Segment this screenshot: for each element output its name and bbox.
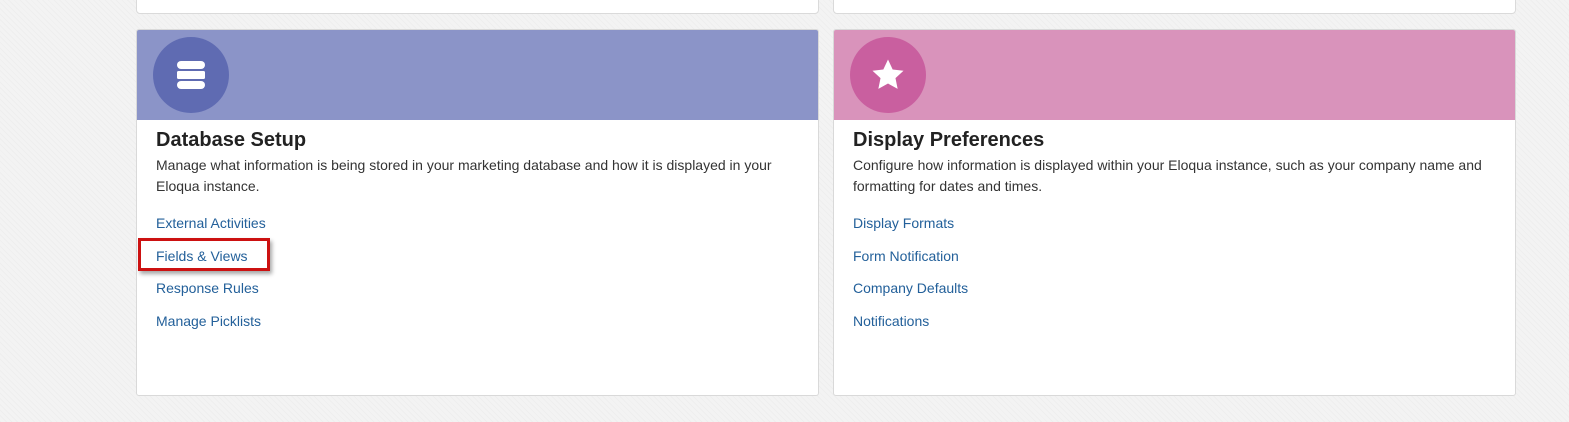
manage-picklists-link[interactable]: Manage Picklists xyxy=(156,313,261,329)
previous-card-left xyxy=(136,0,819,14)
previous-card-right xyxy=(833,0,1516,14)
database-setup-card-body: Database Setup Manage what information i… xyxy=(137,120,818,345)
company-defaults-link[interactable]: Company Defaults xyxy=(853,280,968,296)
external-activities-link[interactable]: External Activities xyxy=(156,215,266,231)
display-preferences-links: Display Formats Form Notification Compan… xyxy=(853,215,1496,345)
list-item: Company Defaults xyxy=(853,280,1496,313)
database-setup-card: Database Setup Manage what information i… xyxy=(136,29,819,396)
form-notification-link[interactable]: Form Notification xyxy=(853,248,959,264)
card-title: Database Setup xyxy=(156,129,307,151)
display-formats-link[interactable]: Display Formats xyxy=(853,215,954,231)
notifications-link[interactable]: Notifications xyxy=(853,313,929,329)
list-item: Form Notification xyxy=(853,248,1496,281)
database-icon xyxy=(153,37,229,113)
list-item: Response Rules xyxy=(156,280,799,313)
response-rules-link[interactable]: Response Rules xyxy=(156,280,259,296)
database-setup-card-header xyxy=(137,30,818,120)
card-description: Manage what information is being stored … xyxy=(156,157,772,194)
display-preferences-card-body: Display Preferences Configure how inform… xyxy=(834,120,1515,345)
fields-views-link[interactable]: Fields & Views xyxy=(156,248,248,264)
card-description: Configure how information is displayed w… xyxy=(853,157,1482,194)
list-item: External Activities xyxy=(156,215,799,248)
database-setup-links: External Activities Fields & Views Respo… xyxy=(138,215,799,346)
card-title: Display Preferences xyxy=(853,129,1045,151)
list-item: Display Formats xyxy=(853,215,1496,248)
star-icon xyxy=(850,37,926,113)
list-item: Manage Picklists xyxy=(156,313,799,346)
list-item: Notifications xyxy=(853,313,1496,346)
list-item: Fields & Views xyxy=(138,237,799,281)
display-preferences-card: Display Preferences Configure how inform… xyxy=(833,29,1516,396)
display-preferences-card-header xyxy=(834,30,1515,120)
